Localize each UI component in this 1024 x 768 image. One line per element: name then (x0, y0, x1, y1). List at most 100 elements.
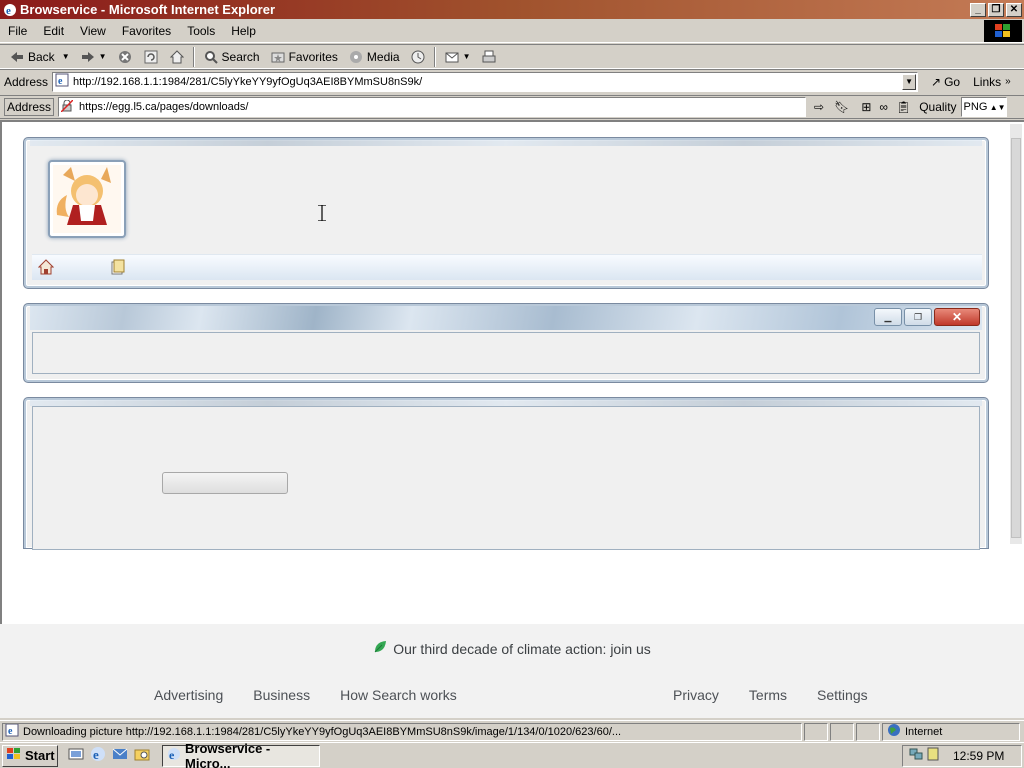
chevron-right-icon[interactable]: » (1005, 76, 1011, 87)
links-label[interactable]: Links (973, 75, 1001, 89)
address-url: http://192.168.1.1:1984/281/C5lyYkeYY9yf… (73, 75, 423, 88)
quality-label: Quality (919, 100, 957, 114)
toolbar-separator (433, 46, 436, 67)
advertising-link[interactable]: Advertising (154, 687, 223, 703)
svg-text:e: e (8, 726, 13, 737)
ie-icon: e (167, 747, 181, 764)
inner-address-input[interactable]: https://egg.l5.ca/pages/downloads/ (58, 97, 807, 117)
back-button[interactable]: Back ▼ (4, 46, 75, 68)
spinner-icon[interactable]: ▲▼ (990, 103, 1006, 112)
menu-tools[interactable]: Tools (179, 24, 223, 38)
inner-address-label: Address (4, 98, 55, 116)
address-dropdown-icon[interactable]: ▼ (902, 73, 917, 90)
find-icon[interactable]: ⊞ (861, 100, 871, 114)
menu-view[interactable]: View (72, 24, 114, 38)
menu-edit[interactable]: Edit (35, 24, 72, 38)
go-button[interactable]: ↗ Go (926, 71, 965, 93)
mail-icon (444, 49, 460, 65)
print-icon (481, 49, 497, 65)
status-cell (804, 722, 828, 741)
menu-help[interactable]: Help (223, 24, 264, 38)
taskbar: Start e e Browservice - Micro... 12:59 P… (0, 741, 1024, 768)
menu-file[interactable]: File (0, 24, 35, 38)
download-button[interactable] (162, 472, 288, 494)
climate-banner[interactable]: Our third decade of climate action: join… (0, 640, 1024, 657)
back-label: Back (28, 49, 55, 64)
show-desktop-icon[interactable] (68, 746, 84, 765)
terms-link[interactable]: Terms (749, 687, 787, 703)
home-icon[interactable] (37, 259, 55, 278)
favorites-icon (270, 49, 286, 65)
panel-minimize-button[interactable]: ▁ (874, 308, 902, 326)
panel-gloss (30, 140, 982, 146)
clock[interactable]: 12:59 PM (953, 749, 1004, 763)
quality-select[interactable]: PNG ▲▼ (960, 97, 1007, 117)
outlook-icon[interactable] (112, 746, 128, 765)
forward-button[interactable]: ▼ (75, 46, 112, 68)
refresh-button[interactable] (138, 46, 164, 68)
windows-logo-icon (984, 20, 1022, 42)
panel-maximize-button[interactable]: ❐ (904, 308, 932, 326)
security-zone: Internet (882, 722, 1020, 741)
maximize-button[interactable]: ❐ (988, 2, 1004, 17)
network-icon[interactable] (909, 747, 923, 764)
avatar[interactable] (48, 160, 126, 238)
stop-button[interactable] (112, 46, 138, 68)
home-button[interactable] (164, 46, 190, 68)
window-panel: ▁ ❐ ✕ (24, 304, 988, 382)
close-button[interactable]: ✕ (1006, 2, 1022, 17)
address-label: Address (4, 74, 49, 89)
mail-button[interactable]: ▼ (439, 46, 476, 68)
footer-links-right: Privacy Terms Settings (673, 687, 868, 703)
chevron-down-icon[interactable]: ▼ (62, 52, 70, 61)
search-icon (203, 49, 219, 65)
notification-icon[interactable] (927, 747, 939, 764)
menu-favorites[interactable]: Favorites (114, 24, 179, 38)
go-arrow-icon[interactable]: ⇨ (814, 100, 824, 114)
status-text: Downloading picture http://192.168.1.1:1… (23, 725, 622, 738)
files-icon[interactable] (110, 259, 126, 278)
favorites-button[interactable]: Favorites (265, 46, 343, 68)
page-icon: e (5, 723, 19, 740)
stop-icon (117, 49, 133, 65)
address-input[interactable]: e http://192.168.1.1:1984/281/C5lyYkeYY9… (52, 71, 919, 92)
explorer-icon[interactable] (134, 746, 150, 765)
footer-links-left: Advertising Business How Search works (154, 687, 457, 703)
search-button[interactable]: Search (198, 46, 265, 68)
ie-address-bar: Address e http://192.168.1.1:1984/281/C5… (0, 69, 1024, 93)
forward-arrow-icon (80, 49, 96, 65)
bookmark-icon[interactable]: 🔖︎ (834, 100, 849, 114)
print-button[interactable] (476, 46, 502, 68)
business-link[interactable]: Business (253, 687, 310, 703)
ie-icon: e (2, 2, 17, 17)
svg-text:e: e (169, 748, 175, 761)
clipboard-icon[interactable]: 📋︎ (896, 100, 911, 114)
quick-launch: e (68, 746, 150, 765)
settings-link[interactable]: Settings (817, 687, 868, 703)
text-cursor-icon (318, 204, 326, 222)
how-search-works-link[interactable]: How Search works (340, 687, 457, 703)
scrollbar-thumb[interactable] (1011, 138, 1021, 538)
history-button[interactable] (405, 46, 431, 68)
home-icon (169, 49, 185, 65)
media-icon (348, 49, 364, 65)
media-label: Media (366, 49, 400, 64)
taskbar-window-label: Browservice - Micro... (185, 740, 271, 768)
ie-icon[interactable]: e (90, 746, 106, 765)
vertical-scrollbar[interactable] (1010, 124, 1022, 544)
profile-nav-bar (32, 254, 982, 280)
start-button[interactable]: Start (2, 744, 58, 767)
minimize-button[interactable]: _ (970, 2, 986, 17)
media-button[interactable]: Media (343, 46, 405, 68)
chevron-down-icon[interactable]: ▼ (99, 52, 107, 61)
svg-text:e: e (6, 5, 11, 17)
status-cell (856, 722, 880, 741)
chevron-down-icon[interactable]: ▼ (463, 52, 471, 61)
binoculars-icon[interactable]: ∞ (879, 100, 888, 114)
taskbar-window-button[interactable]: e Browservice - Micro... (162, 741, 320, 768)
inner-address-url: https://egg.l5.ca/pages/downloads/ (79, 101, 249, 113)
page-icon: e (55, 73, 69, 90)
privacy-link[interactable]: Privacy (673, 687, 719, 703)
panel-close-button[interactable]: ✕ (934, 308, 980, 326)
title-bar: e Browservice - Microsoft Internet Explo… (0, 0, 1024, 19)
